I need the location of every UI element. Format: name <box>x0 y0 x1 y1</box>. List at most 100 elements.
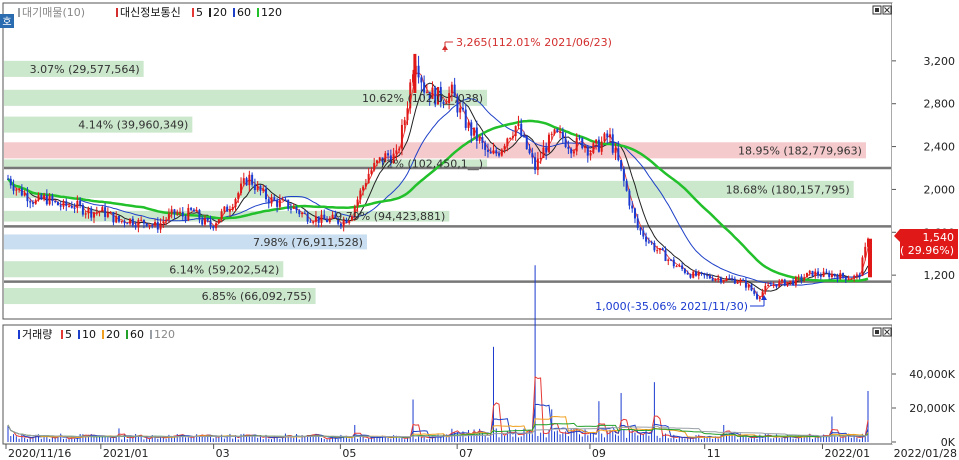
candle-body <box>844 276 847 280</box>
candle-body <box>828 272 831 278</box>
candle-body <box>683 268 686 273</box>
current-price: 1,540 <box>923 231 955 244</box>
candle-body <box>572 151 575 154</box>
candle-body <box>253 184 256 191</box>
candle-body <box>406 108 409 121</box>
candle-body <box>154 222 157 226</box>
candle-body <box>242 178 245 184</box>
candle-body <box>373 162 376 171</box>
candle-body <box>750 284 753 291</box>
candle-body <box>597 139 600 152</box>
volume-tick-label: 20,000K <box>909 402 955 415</box>
candle-body <box>195 209 198 212</box>
candle-body <box>81 204 84 215</box>
legend-item[interactable]: 60 <box>237 6 251 19</box>
candle-body <box>287 199 290 209</box>
candle-body <box>212 226 215 229</box>
legend-swatch <box>209 8 211 17</box>
price-tick-label: 1,200 <box>924 269 956 282</box>
candle-body <box>744 280 747 288</box>
candle-body <box>672 259 675 267</box>
candle-body <box>106 212 109 217</box>
legend-item[interactable]: 60 <box>130 328 144 341</box>
candle-body <box>395 150 398 154</box>
candle-body <box>753 290 756 294</box>
candle-body <box>633 208 636 219</box>
legend-swatch <box>192 8 194 17</box>
supply-zone-label: 72% (102,450,1__) <box>380 158 484 171</box>
legend-item[interactable]: 120 <box>261 6 282 19</box>
candle-body <box>420 77 423 83</box>
candle-body <box>600 141 603 152</box>
candle-body <box>162 221 165 224</box>
candle-body <box>620 160 623 169</box>
candle-body <box>259 185 262 191</box>
legend-swatch <box>150 330 152 339</box>
candle-body <box>617 148 620 161</box>
candle-body <box>575 137 578 152</box>
x-tick-label: 09 <box>592 447 606 460</box>
candle-body <box>56 201 59 206</box>
legend-item[interactable]: 20 <box>106 328 120 341</box>
candle-body <box>276 200 279 207</box>
candle-body <box>179 212 181 214</box>
candle-body <box>364 183 367 187</box>
candle-body <box>467 122 470 128</box>
price-legend: 대기매물(10) 대신정보통신 5 20 60 120 <box>18 6 282 19</box>
legend-item[interactable]: 20 <box>213 6 227 19</box>
legend-item[interactable]: 5 <box>65 328 72 341</box>
legend-item[interactable]: 10 <box>82 328 96 341</box>
candle-body <box>359 190 362 200</box>
candle-body <box>739 279 742 283</box>
candle-body <box>375 160 378 163</box>
candle-body <box>34 200 37 204</box>
candle-body <box>534 157 537 171</box>
legend-item[interactable]: 120 <box>154 328 175 341</box>
supply-zone-label: 6.14% (59,202,542) <box>169 263 279 276</box>
candle-body <box>495 150 498 154</box>
candle-body <box>733 278 736 284</box>
candle-body <box>861 257 864 277</box>
candle-body <box>320 214 323 223</box>
candle-body <box>73 207 76 209</box>
candle-body <box>295 206 298 211</box>
candle-body <box>511 136 514 138</box>
candle-body <box>531 153 534 158</box>
candle-body <box>609 134 611 138</box>
candle-body <box>561 131 564 139</box>
candle-body <box>109 212 112 214</box>
candle-body <box>772 284 775 286</box>
legend-item[interactable]: 대신정보통신 <box>120 6 181 19</box>
candle-body <box>764 285 767 292</box>
candle-body <box>789 280 792 283</box>
candle-body <box>653 242 656 251</box>
legend-item[interactable]: 대기매물(10) <box>22 6 85 19</box>
candle-body <box>23 192 26 196</box>
candle-body <box>647 241 650 243</box>
candle-body <box>525 135 528 149</box>
candle-body <box>697 272 700 276</box>
candle-body <box>356 199 359 207</box>
candle-body <box>855 274 858 276</box>
candle-body <box>228 209 231 212</box>
candle-body <box>198 209 201 220</box>
candle-body <box>339 223 342 227</box>
candle-body <box>289 208 292 210</box>
candle-body <box>833 273 836 276</box>
candle-body <box>59 205 62 207</box>
x-tick-label: 2021/01 <box>103 447 149 460</box>
candle-body <box>550 133 553 135</box>
candle-body <box>817 271 820 276</box>
candle-body <box>18 188 21 190</box>
legend-item[interactable]: 거래량 <box>22 328 52 341</box>
candle-body <box>742 279 745 281</box>
candle-body <box>403 120 406 125</box>
candle-body <box>769 284 772 286</box>
legend-item[interactable]: 5 <box>196 6 203 19</box>
candle-body <box>151 225 154 227</box>
candle-body <box>68 205 71 207</box>
candle-body <box>51 195 54 202</box>
candle-body <box>226 206 229 212</box>
candle-body <box>367 173 370 184</box>
candle-body <box>140 219 143 221</box>
